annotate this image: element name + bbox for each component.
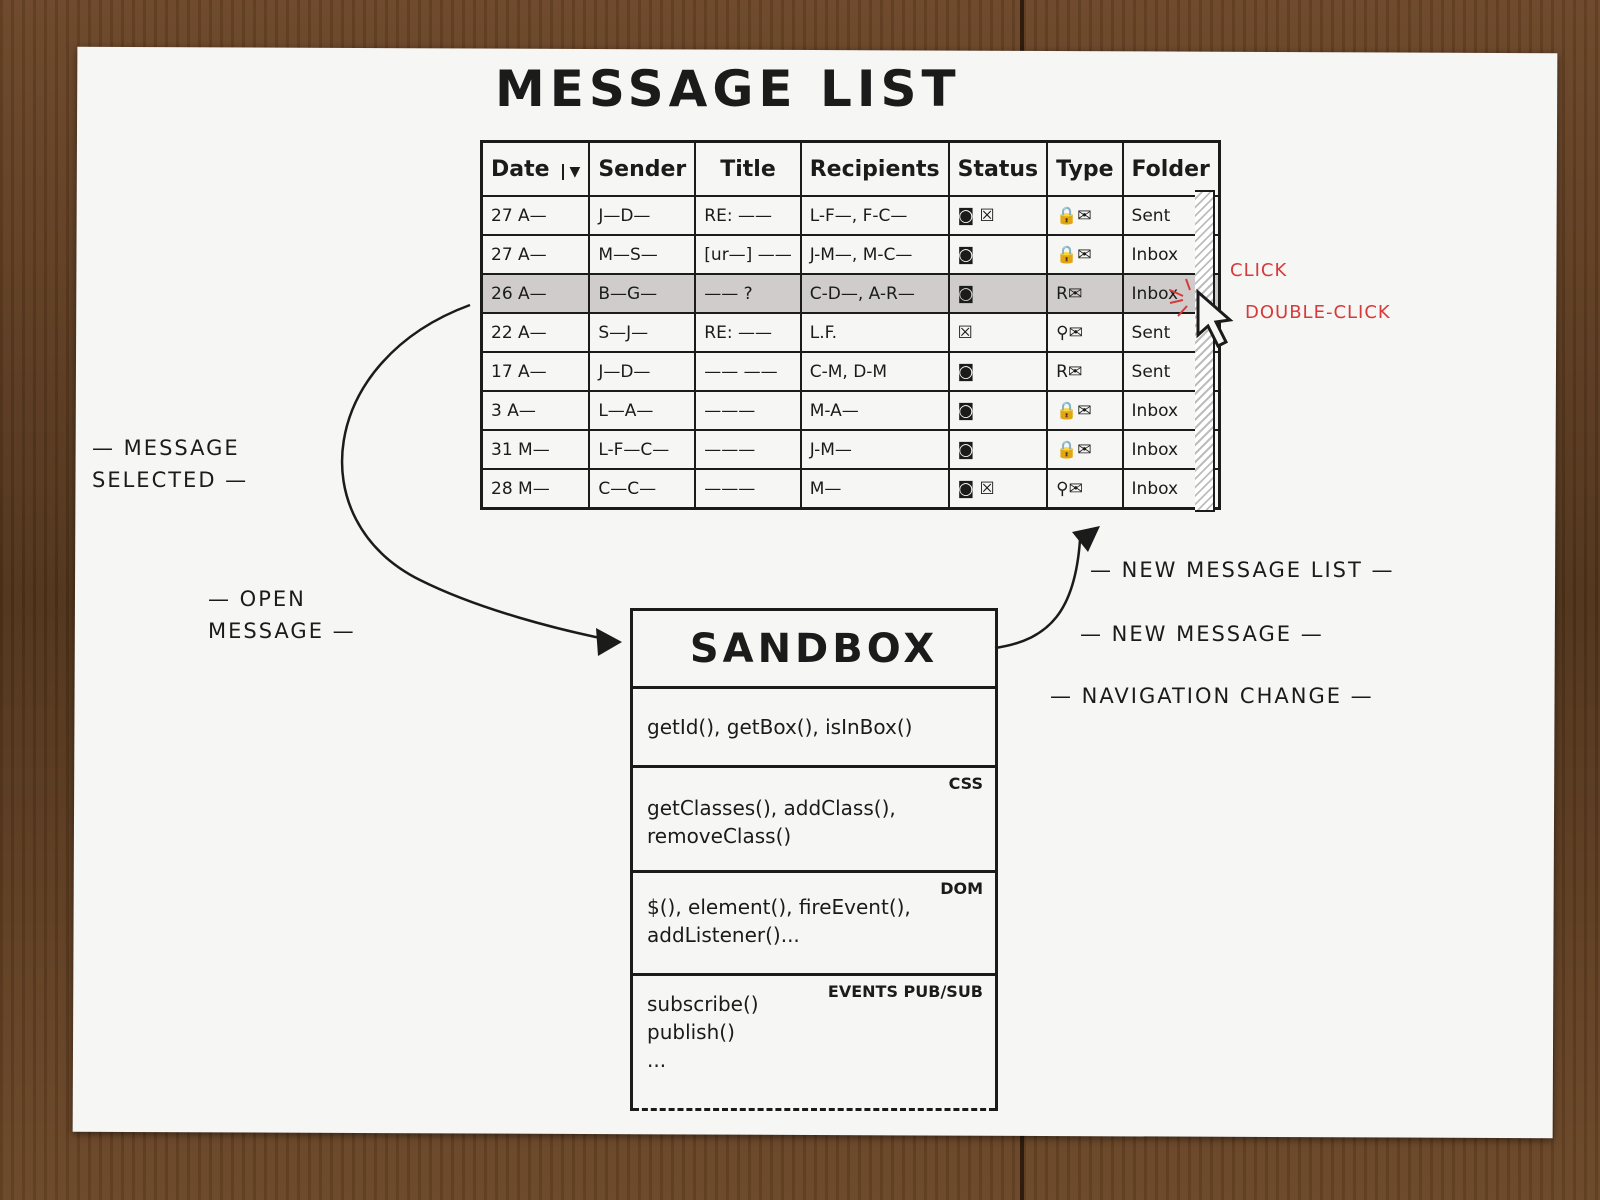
cell-recipients: C-D—, A-R— [799,273,950,314]
click-annotation: CLICK [1230,260,1288,281]
cell-status: ◙ [947,273,1049,314]
column-header-folder[interactable]: Folder [1121,140,1221,197]
new-message-list-label: — NEW MESSAGE LIST — [1090,558,1395,582]
cell-type: 🔒✉ [1046,195,1124,236]
cell-date: 27 A— [480,195,591,236]
cell-sender: L—A— [588,390,697,431]
navigation-change-label: — NAVIGATION CHANGE — [1050,684,1374,708]
cell-title: —— ? [694,273,802,314]
message-list-title: MESSAGE LIST [495,60,961,118]
cell-type: ⚲✉ [1046,468,1124,510]
table-row-selected[interactable]: 26 A— B—G— —— ? C-D—, A-R— ◙ R✉ Inbox [480,273,1221,314]
cell-title: ——— [694,390,802,431]
cell-status: ☒ [947,312,1049,353]
sandbox-section-css: CSS getClasses(), addClass(), removeClas… [633,768,995,873]
cell-sender: L-F—C— [588,429,697,470]
double-click-annotation: DOUBLE-CLICK [1245,302,1391,323]
cell-recipients: C-M, D-M [799,351,950,392]
cell-sender: S—J— [588,312,697,353]
table-row[interactable]: 22 A— S—J— RE: —— L.F. ☒ ⚲✉ Sent [480,312,1221,353]
cell-date: 26 A— [480,273,591,314]
cell-title: ——— [694,429,802,470]
column-header-status[interactable]: Status [947,140,1049,197]
column-header-recipients[interactable]: Recipients [799,140,950,197]
cell-status: ◙ ☒ [947,468,1049,510]
column-header-date[interactable]: Date ▼ [480,140,591,197]
cell-date: 27 A— [480,234,591,275]
cell-type: 🔒✉ [1046,234,1124,275]
sandbox-method-line: getClasses(), addClass(), [647,796,896,820]
cell-sender: J—D— [588,195,697,236]
new-message-label: — NEW MESSAGE — [1080,622,1324,646]
sandbox-box: SANDBOX getId(), getBox(), isInBox() CSS… [630,608,998,1111]
table-row[interactable]: 17 A— J—D— —— —— C-M, D-M ◙ R✉ Sent [480,351,1221,392]
open-message-label: — OPEN MESSAGE — [208,587,356,643]
section-tag-dom: DOM [940,879,983,898]
cell-date: 28 M— [480,468,591,510]
sandbox-method-line: addListener()... [647,923,800,947]
sandbox-method-line: publish() [647,1020,735,1044]
cell-recipients: J-M— [799,429,950,470]
sandbox-title: SANDBOX [633,611,995,689]
sandbox-section-events: EVENTS PUB/SUB subscribe() publish() ... [633,976,995,1111]
message-table: Date ▼ Sender Title Recipients Status Typ… [480,140,1221,510]
cell-type: 🔒✉ [1046,390,1124,431]
section-tag-css: CSS [948,774,983,793]
cell-title: RE: —— [694,195,802,236]
cell-date: 22 A— [480,312,591,353]
column-header-title[interactable]: Title [694,140,802,197]
column-header-sender[interactable]: Sender [588,140,697,197]
cell-type: R✉ [1046,273,1124,314]
cell-title: [ur—] —— [694,234,802,275]
cell-sender: J—D— [588,351,697,392]
table-row[interactable]: 28 M— C—C— ——— M— ◙ ☒ ⚲✉ Inbox [480,468,1221,510]
cell-status: ◙ [947,429,1049,470]
message-selected-label: — MESSAGE SELECTED — [92,436,249,492]
sandbox-method-line: removeClass() [647,824,792,848]
sandbox-section-dom: DOM $(), element(), fireEvent(), addList… [633,873,995,976]
table-row[interactable]: 27 A— J—D— RE: —— L-F—, F-C— ◙ ☒ 🔒✉ Sent [480,195,1221,236]
cell-recipients: M-A— [799,390,950,431]
table-header-row: Date ▼ Sender Title Recipients Status Typ… [480,140,1221,197]
vertical-scrollbar[interactable] [1195,190,1215,512]
sandbox-section-identity: getId(), getBox(), isInBox() [633,689,995,768]
column-header-type[interactable]: Type [1046,140,1124,197]
table-row[interactable]: 27 A— M—S— [ur—] —— J-M—, M-C— ◙ 🔒✉ Inbo… [480,234,1221,275]
cell-sender: M—S— [588,234,697,275]
sandbox-method-line: getId(), getBox(), isInBox() [647,715,913,739]
cell-title: ——— [694,468,802,510]
cell-date: 3 A— [480,390,591,431]
cell-type: 🔒✉ [1046,429,1124,470]
cell-recipients: L.F. [799,312,950,353]
section-tag-events: EVENTS PUB/SUB [827,982,983,1001]
table-row[interactable]: 3 A— L—A— ——— M-A— ◙ 🔒✉ Inbox [480,390,1221,431]
cell-status: ◙ [947,351,1049,392]
sandbox-method-line: ... [647,1048,667,1072]
cell-title: —— —— [694,351,802,392]
cell-status: ◙ [947,390,1049,431]
cell-recipients: J-M—, M-C— [799,234,950,275]
cell-status: ◙ ☒ [947,195,1049,236]
cell-sender: B—G— [588,273,697,314]
table-row[interactable]: 31 M— L-F—C— ——— J-M— ◙ 🔒✉ Inbox [480,429,1221,470]
cell-title: RE: —— [694,312,802,353]
cell-type: ⚲✉ [1046,312,1124,353]
sort-desc-icon[interactable]: ▼ [561,163,580,180]
cell-status: ◙ [947,234,1049,275]
cell-sender: C—C— [588,468,697,510]
cell-type: R✉ [1046,351,1124,392]
sandbox-method-line: $(), element(), fireEvent(), [647,895,911,919]
cell-recipients: M— [799,468,950,510]
cell-date: 17 A— [480,351,591,392]
cell-date: 31 M— [480,429,591,470]
cell-recipients: L-F—, F-C— [799,195,950,236]
